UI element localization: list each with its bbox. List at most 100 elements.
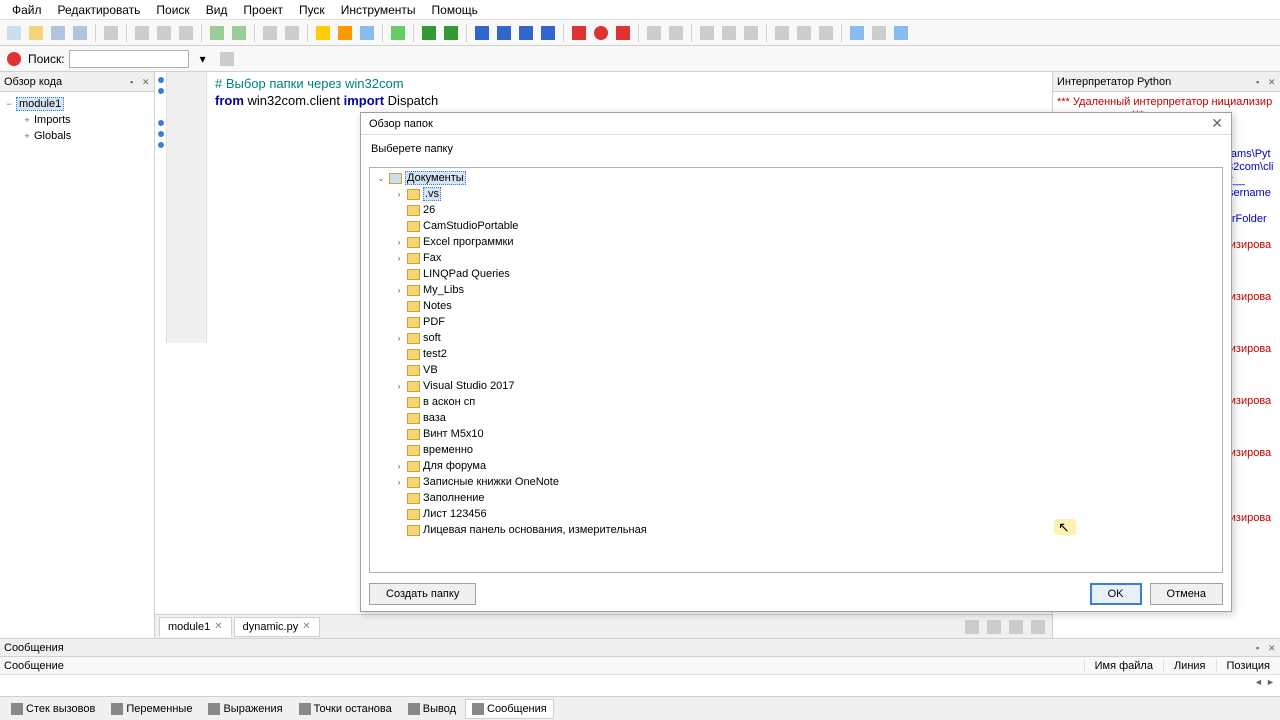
folder-item[interactable]: VB <box>372 362 1220 378</box>
menu-помощь[interactable]: Помощь <box>424 1 486 19</box>
tab-close-icon[interactable]: ✕ <box>302 621 310 632</box>
stop-search-icon[interactable] <box>4 49 24 69</box>
save-icon[interactable] <box>48 23 68 43</box>
comment-icon[interactable] <box>741 23 761 43</box>
search-next-icon[interactable] <box>217 49 237 69</box>
find-files-icon[interactable] <box>282 23 302 43</box>
menu-пуск[interactable]: Пуск <box>291 1 333 19</box>
toggle-icon[interactable] <box>816 23 836 43</box>
menu-вид[interactable]: Вид <box>198 1 236 19</box>
folder-item[interactable]: Заполнение <box>372 490 1220 506</box>
bottom-tab[interactable]: Точки останова <box>292 699 399 719</box>
run2-icon[interactable] <box>441 23 461 43</box>
folder-item[interactable]: временно <box>372 442 1220 458</box>
console-icon[interactable] <box>891 23 911 43</box>
folder-root[interactable]: ⌄Документы <box>372 170 1220 186</box>
menu-поиск[interactable]: Поиск <box>148 1 197 19</box>
folder-item[interactable]: test2 <box>372 346 1220 362</box>
undo-icon[interactable] <box>207 23 227 43</box>
scroll-left-icon[interactable]: ◄ <box>1254 677 1264 687</box>
refresh-icon[interactable] <box>869 23 889 43</box>
tree-item[interactable]: +Imports <box>4 112 150 128</box>
tab-tool4-icon[interactable] <box>1028 617 1048 637</box>
folder-item[interactable]: PDF <box>372 314 1220 330</box>
pause-icon[interactable] <box>538 23 558 43</box>
highlight-icon[interactable] <box>313 23 333 43</box>
step-over-icon[interactable] <box>494 23 514 43</box>
bottom-tab[interactable]: Выражения <box>201 699 289 719</box>
nav-fwd-icon[interactable] <box>666 23 686 43</box>
folder-item[interactable]: ›Excel программки <box>372 234 1220 250</box>
folder-item[interactable]: ›Записные книжки OneNote <box>372 474 1220 490</box>
search-input[interactable] <box>69 50 189 68</box>
folder-item[interactable]: Лицевая панель основания, измерительная <box>372 522 1220 538</box>
paste-icon[interactable] <box>176 23 196 43</box>
ok-button[interactable]: OK <box>1090 583 1142 605</box>
breakpoint-gutter[interactable] <box>155 72 167 343</box>
editor-tab[interactable]: module1✕ <box>159 617 232 637</box>
folder-item[interactable]: Notes <box>372 298 1220 314</box>
copy-icon[interactable] <box>154 23 174 43</box>
step-out-icon[interactable] <box>516 23 536 43</box>
dialog-close-icon[interactable]: ✕ <box>1211 115 1223 132</box>
open-icon[interactable] <box>26 23 46 43</box>
close-panel-icon[interactable]: ✕ <box>142 77 152 87</box>
stop-icon[interactable] <box>569 23 589 43</box>
find-icon[interactable] <box>260 23 280 43</box>
menu-инструменты[interactable]: Инструменты <box>333 1 424 19</box>
scroll-right-icon[interactable]: ► <box>1266 677 1276 687</box>
tab-tool2-icon[interactable] <box>984 617 1004 637</box>
folder-item[interactable]: ›Visual Studio 2017 <box>372 378 1220 394</box>
folder-item[interactable]: ›soft <box>372 330 1220 346</box>
editor-tab[interactable]: dynamic.py✕ <box>234 617 320 637</box>
new-icon[interactable] <box>4 23 24 43</box>
nav-back-icon[interactable] <box>644 23 664 43</box>
column-header[interactable]: Позиция <box>1216 660 1280 672</box>
folder-item[interactable]: ›.vs <box>372 186 1220 202</box>
create-folder-button[interactable]: Создать папку <box>369 583 476 605</box>
column-header[interactable]: Сообщение <box>0 660 1084 672</box>
folder-item[interactable]: 26 <box>372 202 1220 218</box>
folder-item[interactable]: LINQPad Queries <box>372 266 1220 282</box>
folder-item[interactable]: ›Fax <box>372 250 1220 266</box>
tree-item[interactable]: −module1 <box>4 96 150 112</box>
menu-файл[interactable]: Файл <box>4 1 50 19</box>
folder-item[interactable]: ›My_Libs <box>372 282 1220 298</box>
indent-icon[interactable] <box>719 23 739 43</box>
pin-icon[interactable]: ▪ <box>130 77 140 87</box>
folder-item[interactable]: CamStudioPortable <box>372 218 1220 234</box>
tab-close-icon[interactable]: ✕ <box>214 621 222 632</box>
column-header[interactable]: Имя файла <box>1084 660 1163 672</box>
save-all-icon[interactable] <box>70 23 90 43</box>
column-header[interactable]: Линия <box>1163 660 1216 672</box>
menu-редактировать[interactable]: Редактировать <box>50 1 149 19</box>
pin-icon[interactable]: ▪ <box>1256 643 1266 653</box>
outdent-icon[interactable] <box>697 23 717 43</box>
bottom-tab[interactable]: Переменные <box>104 699 199 719</box>
redo-icon[interactable] <box>229 23 249 43</box>
menu-проект[interactable]: Проект <box>235 1 291 19</box>
close-panel-icon[interactable]: ✕ <box>1268 643 1278 653</box>
tab-tool1-icon[interactable] <box>962 617 982 637</box>
layout-icon[interactable] <box>847 23 867 43</box>
list-icon[interactable] <box>772 23 792 43</box>
folder-item[interactable]: ваза <box>372 410 1220 426</box>
folder-item[interactable]: в аскон сп <box>372 394 1220 410</box>
search-dropdown-icon[interactable]: ▾ <box>193 49 213 69</box>
pin-icon[interactable]: ▪ <box>1256 77 1266 87</box>
folder-item[interactable]: ›Для форума <box>372 458 1220 474</box>
folder-tree[interactable]: ⌄Документы›.vs26CamStudioPortable›Excel … <box>369 167 1223 573</box>
window-icon[interactable] <box>357 23 377 43</box>
rec-icon[interactable] <box>591 23 611 43</box>
folder-item[interactable]: Винт М5х10 <box>372 426 1220 442</box>
print-icon[interactable] <box>101 23 121 43</box>
close-panel-icon[interactable]: ✕ <box>1268 77 1278 87</box>
bookmark-icon[interactable] <box>335 23 355 43</box>
bottom-tab[interactable]: Стек вызовов <box>4 699 102 719</box>
step-in-icon[interactable] <box>472 23 492 43</box>
tree-item[interactable]: +Globals <box>4 128 150 144</box>
tab-tool3-icon[interactable] <box>1006 617 1026 637</box>
folder-item[interactable]: Лист 123456 <box>372 506 1220 522</box>
abort-icon[interactable] <box>613 23 633 43</box>
bottom-tab[interactable]: Сообщения <box>465 699 554 719</box>
